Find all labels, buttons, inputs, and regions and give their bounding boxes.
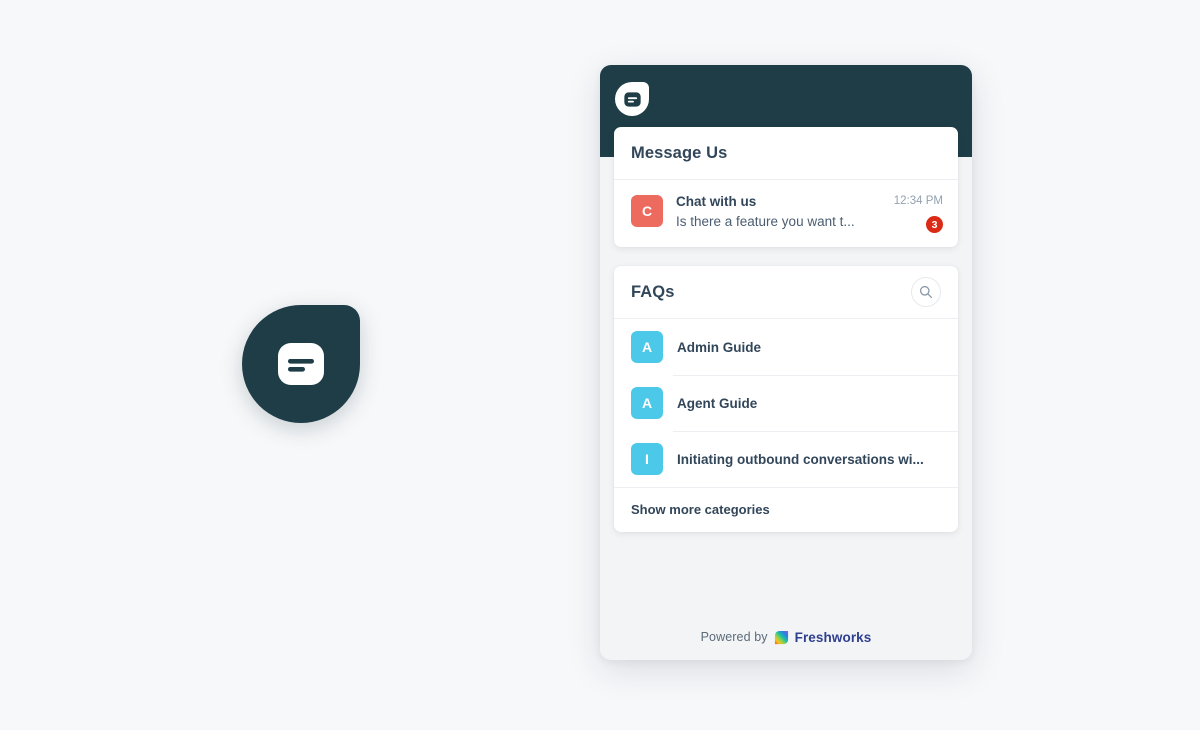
powered-by-footer: Powered by Freshworks	[600, 614, 972, 660]
chat-bubble-icon	[278, 343, 324, 385]
faq-category-label: Initiating outbound conversations wi...	[677, 451, 924, 467]
faq-list-item[interactable]: A Agent Guide	[614, 375, 958, 431]
messages-card: Message Us C Chat with us Is there a fea…	[614, 127, 958, 247]
messages-card-title: Message Us	[631, 143, 728, 162]
faq-category-avatar: A	[631, 331, 663, 363]
conversation-avatar: C	[631, 195, 663, 227]
faqs-card: FAQs A Admin Guide A Agent Guide I Initi…	[614, 266, 958, 532]
faq-category-avatar: I	[631, 443, 663, 475]
chat-widget-panel: Message Us C Chat with us Is there a fea…	[600, 65, 972, 660]
conversation-text: Chat with us Is there a feature you want…	[663, 193, 886, 232]
widget-header-logo[interactable]	[615, 82, 649, 116]
unread-count-badge: 3	[926, 216, 943, 233]
show-more-categories-button[interactable]: Show more categories	[614, 487, 958, 532]
faq-search-button[interactable]	[911, 277, 941, 307]
conversation-meta: 12:34 PM 3	[886, 193, 943, 233]
faq-list-item[interactable]: I Initiating outbound conversations wi..…	[614, 431, 958, 487]
messages-card-header: Message Us	[614, 127, 958, 180]
conversation-row[interactable]: C Chat with us Is there a feature you wa…	[614, 180, 958, 247]
chat-launcher-button[interactable]	[242, 305, 360, 423]
faqs-card-title: FAQs	[631, 282, 675, 301]
faq-category-avatar: A	[631, 387, 663, 419]
widget-body: Message Us C Chat with us Is there a fea…	[600, 127, 972, 614]
faq-list-item[interactable]: A Admin Guide	[614, 319, 958, 375]
freshworks-logo-icon	[774, 630, 788, 644]
faqs-card-header: FAQs	[614, 266, 958, 319]
faq-category-label: Agent Guide	[677, 395, 758, 411]
conversation-title: Chat with us	[676, 194, 757, 209]
brand-name-label: Freshworks	[794, 629, 872, 645]
chat-bubble-icon	[623, 91, 641, 107]
faq-category-label: Admin Guide	[677, 339, 761, 355]
search-icon	[919, 285, 933, 299]
conversation-preview: Is there a feature you want t...	[676, 214, 855, 229]
powered-by-label: Powered by	[700, 630, 768, 644]
conversation-timestamp: 12:34 PM	[893, 195, 943, 207]
